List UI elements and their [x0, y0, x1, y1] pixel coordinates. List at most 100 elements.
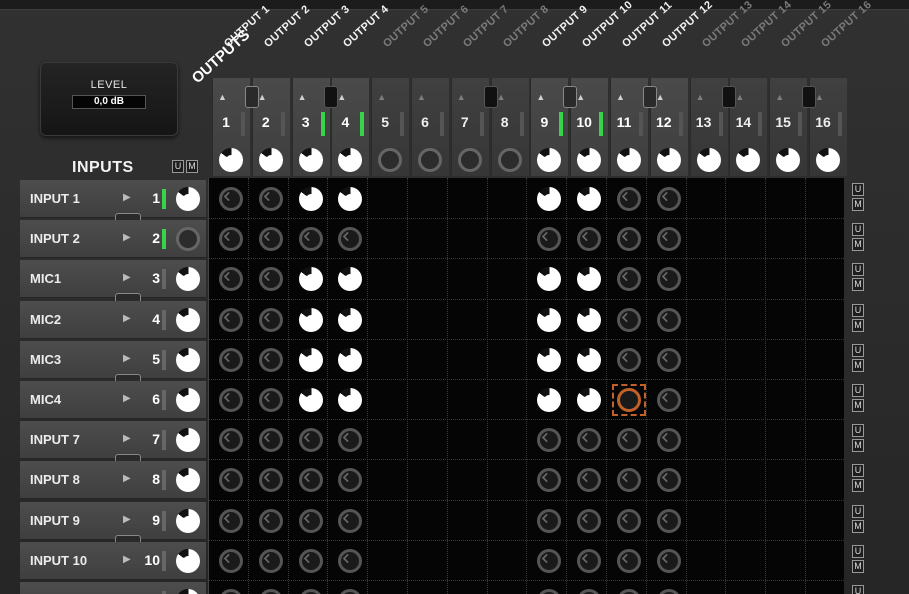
- routing-knob[interactable]: [577, 388, 602, 412]
- routing-knob[interactable]: [219, 548, 243, 573]
- routing-knob[interactable]: [298, 468, 323, 493]
- routing-knob[interactable]: [617, 347, 641, 372]
- up-arrow-icon[interactable]: ▲: [258, 92, 267, 102]
- output-gain-knob[interactable]: [696, 148, 721, 172]
- stereo-link-icon[interactable]: [244, 86, 259, 108]
- routing-knob[interactable]: [537, 307, 562, 332]
- row-u-button[interactable]: U: [852, 384, 864, 397]
- routing-knob[interactable]: [617, 227, 641, 252]
- input-gain-knob[interactable]: [176, 347, 200, 372]
- stereo-link-icon[interactable]: [802, 86, 816, 108]
- inputs-u-button[interactable]: U: [172, 160, 184, 173]
- routing-knob[interactable]: [258, 508, 283, 533]
- routing-knob[interactable]: [298, 307, 323, 332]
- routing-knob[interactable]: [258, 307, 283, 332]
- routing-knob[interactable]: [258, 347, 283, 372]
- row-m-button[interactable]: M: [852, 399, 864, 412]
- routing-knob[interactable]: [219, 508, 243, 533]
- output-gain-knob[interactable]: [816, 148, 840, 172]
- routing-knob[interactable]: [258, 187, 283, 211]
- level-value[interactable]: 0,0 dB: [72, 95, 146, 109]
- routing-knob[interactable]: [219, 187, 243, 211]
- row-u-button[interactable]: U: [852, 424, 864, 438]
- row-m-button[interactable]: M: [852, 278, 864, 292]
- output-gain-knob[interactable]: [418, 148, 442, 172]
- output-gain-knob[interactable]: [298, 148, 323, 172]
- up-arrow-icon[interactable]: ▲: [218, 92, 227, 102]
- up-arrow-icon[interactable]: ▲: [417, 92, 426, 102]
- row-u-button[interactable]: U: [852, 544, 864, 558]
- routing-knob[interactable]: [258, 548, 283, 573]
- routing-knob[interactable]: [258, 388, 283, 412]
- output-gain-knob[interactable]: [577, 148, 602, 172]
- routing-knob[interactable]: [656, 428, 681, 453]
- output-gain-knob[interactable]: [776, 148, 801, 172]
- routing-knob[interactable]: [298, 548, 323, 573]
- up-arrow-icon[interactable]: ▲: [298, 92, 307, 102]
- routing-knob[interactable]: [617, 187, 641, 211]
- stereo-link-icon[interactable]: [563, 86, 578, 108]
- routing-knob[interactable]: [258, 227, 283, 252]
- row-u-button[interactable]: U: [852, 303, 864, 317]
- routing-knob[interactable]: [577, 347, 602, 372]
- up-arrow-icon[interactable]: ▲: [576, 92, 585, 102]
- routing-knob[interactable]: [219, 307, 243, 332]
- stereo-link-icon[interactable]: [324, 86, 339, 108]
- row-m-button[interactable]: M: [852, 439, 864, 453]
- stereo-link-icon[interactable]: [722, 86, 737, 108]
- input-gain-knob[interactable]: [176, 388, 200, 412]
- routing-knob[interactable]: [298, 227, 323, 252]
- input-gain-knob[interactable]: [176, 187, 200, 211]
- output-gain-knob[interactable]: [457, 148, 482, 172]
- input-gain-knob[interactable]: [176, 508, 200, 533]
- routing-knob[interactable]: [219, 388, 243, 412]
- row-m-button[interactable]: M: [852, 559, 864, 573]
- routing-knob[interactable]: [656, 508, 681, 533]
- output-gain-knob[interactable]: [378, 148, 403, 172]
- routing-knob[interactable]: [656, 187, 681, 211]
- stereo-link-icon[interactable]: [483, 86, 498, 108]
- routing-knob[interactable]: [298, 187, 323, 211]
- routing-knob[interactable]: [219, 227, 243, 252]
- up-arrow-icon[interactable]: ▲: [497, 92, 506, 102]
- up-arrow-icon[interactable]: ▲: [616, 92, 625, 102]
- input-gain-knob[interactable]: [176, 227, 200, 252]
- row-u-button[interactable]: U: [852, 464, 864, 478]
- routing-knob[interactable]: [656, 227, 681, 252]
- up-arrow-icon[interactable]: ▲: [775, 92, 784, 102]
- routing-knob[interactable]: [298, 388, 323, 412]
- row-m-button[interactable]: M: [852, 198, 864, 211]
- output-gain-knob[interactable]: [617, 148, 641, 172]
- output-gain-knob[interactable]: [219, 148, 243, 172]
- routing-knob[interactable]: [656, 347, 681, 372]
- up-arrow-icon[interactable]: ▲: [457, 92, 466, 102]
- routing-knob[interactable]: [617, 428, 641, 453]
- routing-knob[interactable]: [219, 347, 243, 372]
- up-arrow-icon[interactable]: ▲: [735, 92, 744, 102]
- routing-knob[interactable]: [656, 548, 681, 573]
- row-m-button[interactable]: M: [852, 358, 864, 372]
- up-arrow-icon[interactable]: ▲: [696, 92, 705, 102]
- routing-knob[interactable]: [577, 548, 602, 573]
- routing-knob[interactable]: [258, 428, 283, 453]
- routing-knob[interactable]: [298, 428, 323, 453]
- routing-knob[interactable]: [617, 548, 641, 573]
- up-arrow-icon[interactable]: ▲: [337, 92, 346, 102]
- routing-knob[interactable]: [656, 388, 681, 412]
- routing-knob[interactable]: [577, 508, 602, 533]
- row-u-button[interactable]: U: [852, 223, 864, 237]
- row-m-button[interactable]: M: [852, 519, 864, 533]
- output-gain-knob[interactable]: [656, 148, 681, 172]
- routing-knob[interactable]: [219, 428, 243, 453]
- up-arrow-icon[interactable]: ▲: [815, 92, 824, 102]
- up-arrow-icon[interactable]: ▲: [536, 92, 545, 102]
- routing-knob[interactable]: [656, 307, 681, 332]
- output-gain-knob[interactable]: [497, 148, 522, 172]
- input-gain-knob[interactable]: [176, 267, 200, 292]
- routing-knob[interactable]: [298, 508, 323, 533]
- up-arrow-icon[interactable]: ▲: [377, 92, 386, 102]
- routing-knob[interactable]: [298, 267, 323, 292]
- input-gain-knob[interactable]: [176, 428, 200, 453]
- row-u-button[interactable]: U: [852, 585, 864, 594]
- row-u-button[interactable]: U: [852, 504, 864, 518]
